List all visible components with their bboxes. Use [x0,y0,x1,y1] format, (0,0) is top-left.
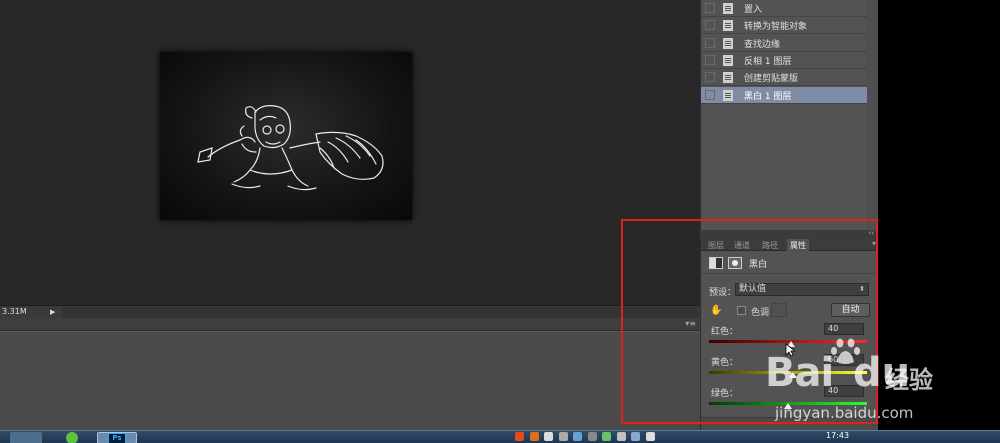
tab-channels[interactable]: 通道 [731,239,753,251]
browser-icon [66,432,78,443]
preset-label: 预设： [709,288,737,298]
slider-value-field[interactable]: 40 [824,385,864,397]
slider-label: 绿色： [711,389,739,399]
timeline-header: ▾≡ [0,318,700,331]
play-arrow-icon[interactable]: ▶ [50,308,58,317]
history-snapshot-checkbox[interactable] [705,89,715,100]
slider-thumb[interactable] [784,403,792,409]
status-bar-fill [62,307,698,318]
tray-icon[interactable] [587,432,597,441]
taskbar-browser-button[interactable] [60,432,86,443]
tray-icon[interactable] [544,432,554,441]
history-item[interactable]: 查找边缘 [701,35,867,52]
history-step-icon [723,37,733,49]
ime-icon[interactable] [515,432,524,441]
targeted-adjustment-hand-icon[interactable]: ✋ [710,305,722,317]
panel-menu-icon[interactable]: ▾≡ [685,319,696,328]
history-step-icon [723,54,733,66]
tab-layers[interactable]: 图层 [705,239,727,251]
history-step-icon [723,3,733,14]
photoshop-icon: Ps [108,433,126,443]
history-item-label: 创建剪贴蒙版 [744,74,799,85]
taskbar-explorer-button[interactable] [10,432,42,443]
history-item-label: 转换为智能对象 [744,22,808,33]
adjustment-header: 黑白 [701,252,877,274]
history-snapshot-checkbox[interactable] [705,3,715,13]
history-item-label: 置入 [744,5,763,15]
history-snapshot-checkbox[interactable] [705,72,715,83]
history-snapshot-checkbox[interactable] [705,20,715,31]
collapse-panel-icon[interactable]: ‹‹ [868,229,874,237]
chevron-updown-icon: ⬍ [859,285,865,293]
tray-icon[interactable] [602,432,612,441]
preset-select[interactable]: 默认值 ⬍ [735,283,869,296]
tab-paths[interactable]: 路径 [759,239,781,251]
taskbar-photoshop-button[interactable]: Ps [97,432,137,443]
canvas-area[interactable] [0,0,700,305]
tint-label: 色调 [751,308,770,318]
history-item[interactable]: 转换为智能对象 [701,17,867,35]
history-item-label: 查找边缘 [744,39,781,50]
slider-thumb[interactable] [788,372,797,378]
timeline-panel [0,331,700,430]
history-item-label: 黑白 1 图层 [744,91,792,102]
system-tray [515,432,658,443]
mouse-cursor-icon [785,343,795,357]
tint-color-swatch[interactable] [771,303,787,317]
taskbar-clock: 17:43 [826,431,850,440]
properties-footer [701,417,877,430]
history-item[interactable]: 黑白 1 图层 [701,86,867,104]
history-snapshot-checkbox[interactable] [705,37,715,48]
panel-divider: ‹‹ [700,229,878,238]
slider-value-field[interactable]: 60 [824,354,864,366]
history-step-icon [723,72,733,84]
adjustment-title: 黑白 [749,260,768,270]
sogou-icon[interactable] [529,432,539,441]
layer-mask-icon[interactable] [728,257,742,269]
history-step-icon [723,20,733,32]
keyboard-icon[interactable] [558,432,568,441]
history-snapshot-checkbox[interactable] [705,54,715,65]
panel-menu-icon[interactable]: ▾ [872,239,876,248]
document-canvas[interactable] [160,52,412,220]
tab-properties[interactable]: 属性 [787,239,809,251]
black-white-adjustment-icon[interactable] [709,257,723,269]
network-icon[interactable] [631,432,641,441]
doc-size-text: 3.31M [2,307,27,316]
screen-edge [878,0,1000,430]
tint-checkbox[interactable] [737,306,746,315]
slider-label: 黄色： [711,358,739,368]
history-item[interactable]: 置入 [701,0,867,17]
history-item[interactable]: 创建剪贴蒙版 [701,69,867,87]
line-art-image [197,105,384,191]
tray-icon[interactable] [616,432,626,441]
properties-panel: 图层 通道 路径 属性 ▾ 黑白 预设： 默认值 ⬍ ✋ 色调 自动 红色： 40… [700,238,877,430]
slider-value-field[interactable]: 40 [824,323,864,335]
history-item-label: 反相 1 图层 [744,56,792,67]
volume-icon[interactable] [645,432,655,441]
history-item[interactable]: 反相 1 图层 [701,52,867,69]
taskbar: Ps 17:43 [0,430,1000,443]
history-panel: 置入转换为智能对象 查找边缘反相 1 图层 创建剪贴蒙版 黑白 1 图层 [700,0,867,230]
preset-value: 默认值 [739,284,767,294]
slider-label: 红色： [711,327,739,337]
status-bar: 3.31M ▶ [0,305,700,318]
auto-button[interactable]: 自动 [831,303,870,317]
panel-tabs: 图层 通道 路径 属性 ▾ [701,238,877,251]
history-step-icon [723,89,733,101]
tray-icon[interactable] [573,432,583,441]
